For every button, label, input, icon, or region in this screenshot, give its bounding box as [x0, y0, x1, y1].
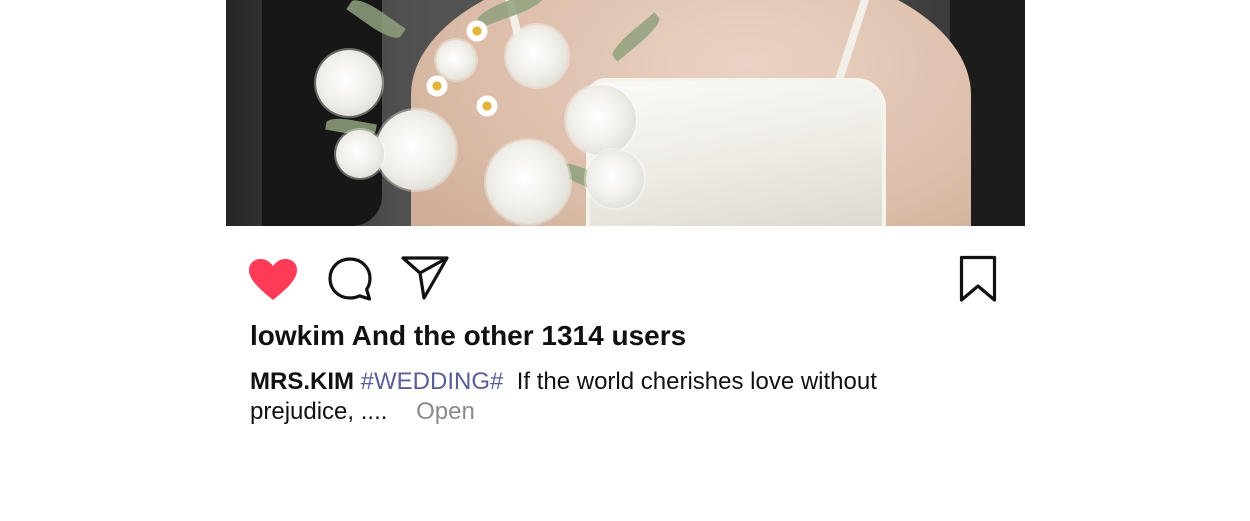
- caption-username[interactable]: MRS.KIM: [250, 368, 354, 395]
- likes-count[interactable]: lowkim And the other 1314 users: [250, 320, 686, 352]
- post-card: lowkim And the other 1314 users MRS.KIM …: [226, 0, 1025, 521]
- post-caption: MRS.KIM #WEDDING# If the world cherishes…: [250, 367, 950, 427]
- post-photo[interactable]: [226, 0, 1025, 226]
- photo-bouquet: [306, 0, 666, 226]
- comment-icon[interactable]: [327, 256, 373, 302]
- heart-icon[interactable]: [248, 258, 298, 302]
- caption-open-link[interactable]: Open: [416, 398, 475, 425]
- post-action-bar: [226, 252, 1025, 308]
- caption-hashtag[interactable]: #WEDDING#: [361, 368, 504, 395]
- paper-plane-icon[interactable]: [401, 254, 449, 300]
- bookmark-icon[interactable]: [959, 255, 997, 303]
